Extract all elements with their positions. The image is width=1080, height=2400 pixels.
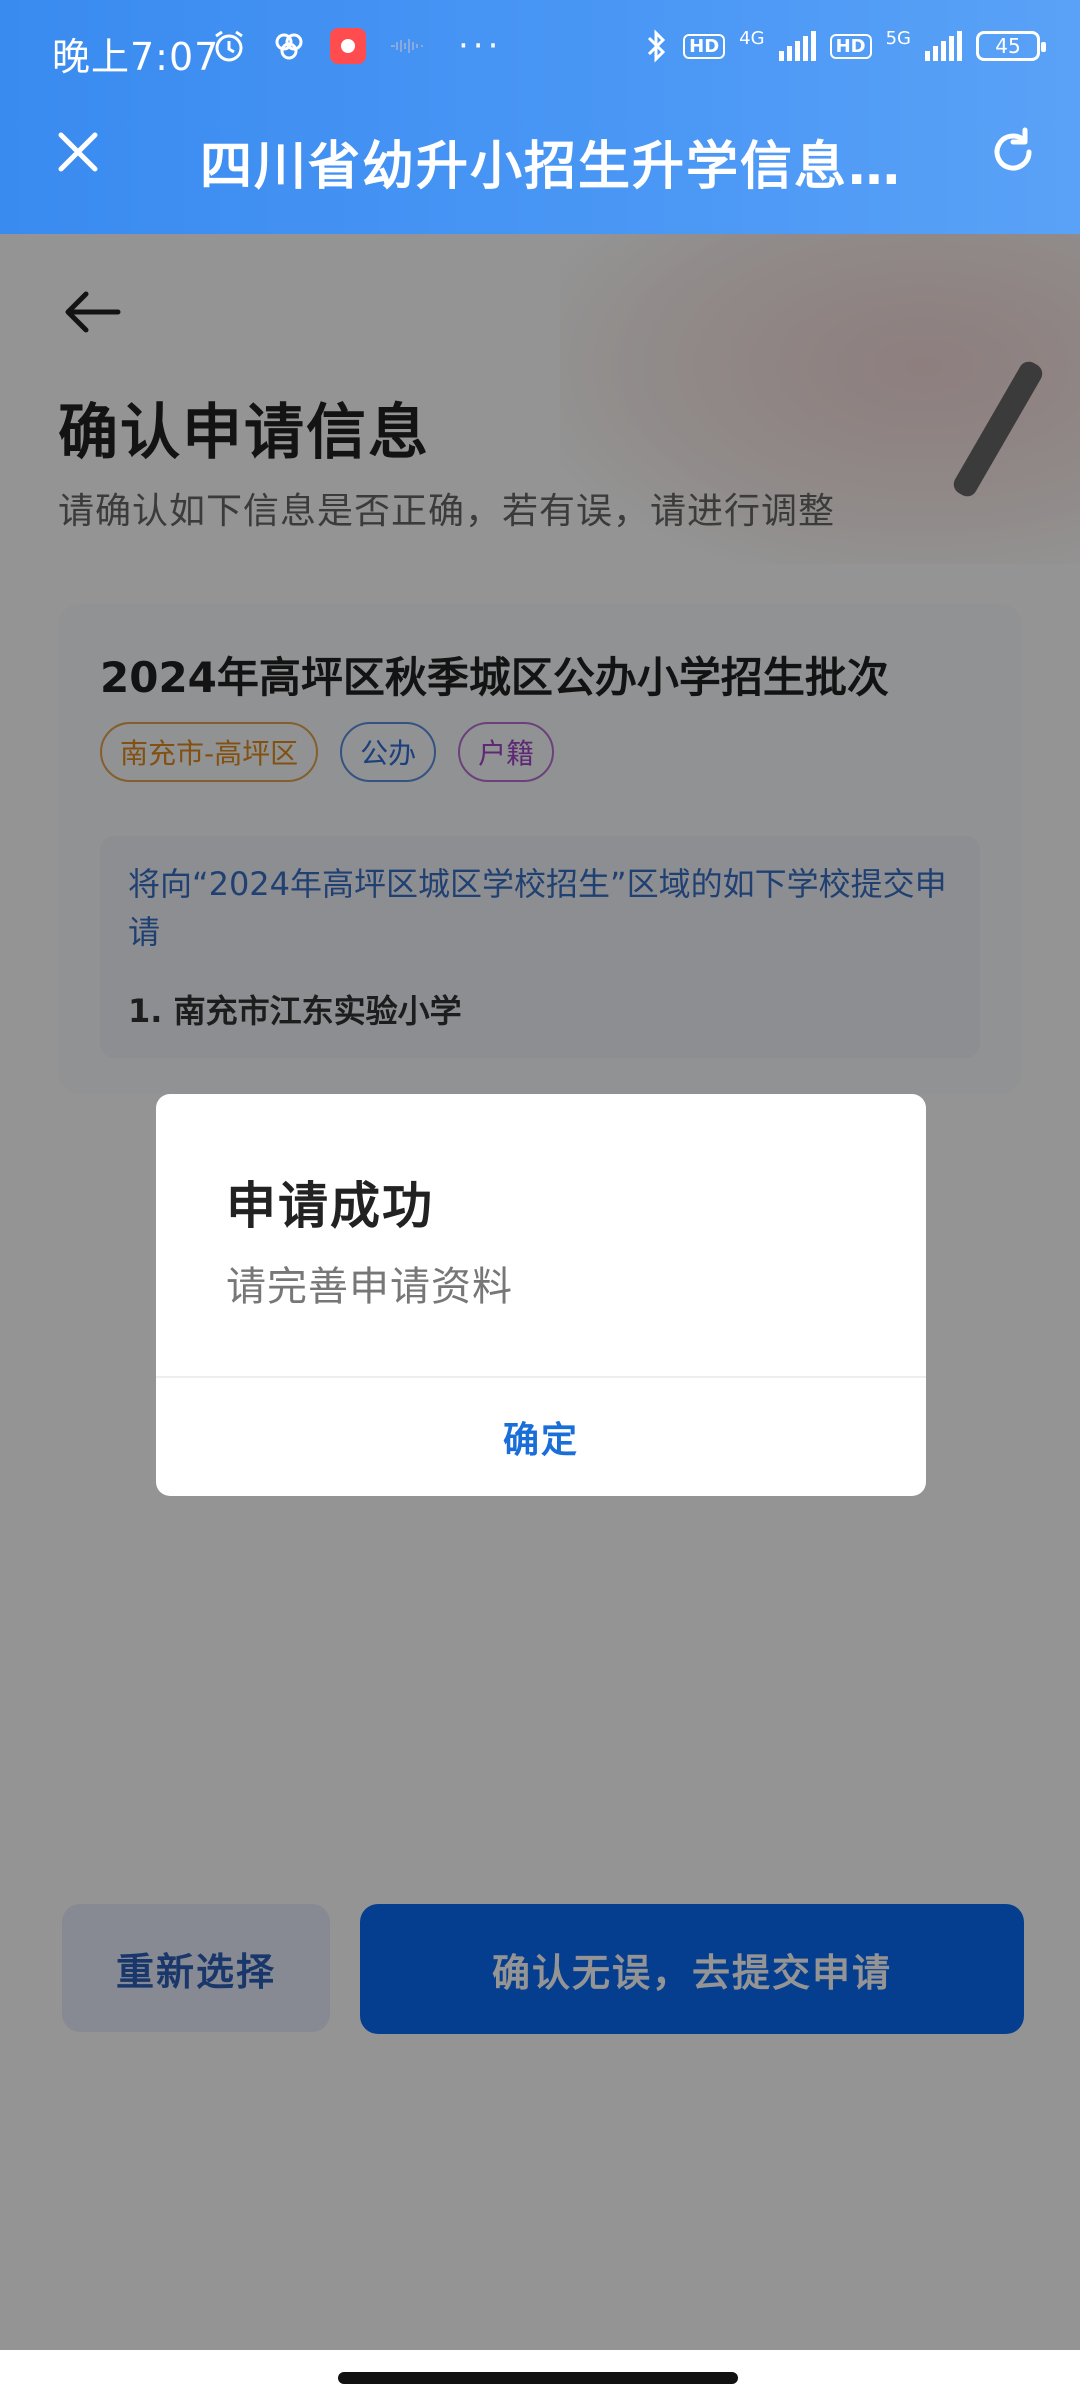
close-icon[interactable] [48, 122, 108, 182]
battery-icon: 45 [976, 31, 1046, 61]
gesture-area [0, 2350, 1080, 2400]
dialog-message: 请完善申请资料 [226, 1264, 513, 1310]
dialog-title: 申请成功 [226, 1177, 434, 1235]
screen-record-icon [330, 28, 366, 64]
wave-icon [388, 27, 426, 65]
more-notifications-icon: ··· [458, 26, 503, 66]
refresh-icon[interactable] [984, 122, 1044, 182]
network-4g-label: 4G [739, 28, 765, 49]
alarm-icon [210, 27, 248, 65]
nav-bar: 四川省幼升小招生升学信息… [0, 100, 1080, 234]
confirm-button[interactable]: 确定 [156, 1378, 926, 1496]
signal-icon [778, 31, 816, 61]
hd-badge: HD [683, 33, 726, 59]
status-left-icons: ··· [210, 26, 502, 66]
status-time: 晚上7:07 [52, 35, 220, 79]
app-header: 晚上7:07 ··· HD 4G HD 5G 45 四川省幼升小招生升学信息… [0, 0, 1080, 234]
nav-title: 四川省幼升小招生升学信息… [200, 137, 903, 197]
battery-level: 45 [995, 34, 1021, 58]
gesture-bar[interactable] [338, 2372, 738, 2384]
success-dialog: 申请成功 请完善申请资料 确定 [156, 1094, 926, 1496]
hd-badge-2: HD [829, 33, 872, 59]
status-right-icons: HD 4G HD 5G 45 [645, 28, 1046, 64]
bluetooth-icon [648, 29, 666, 63]
status-bar: 晚上7:07 ··· HD 4G HD 5G 45 [0, 0, 1080, 100]
signal-icon-2 [925, 31, 962, 61]
app-notification-icon [270, 27, 308, 65]
network-5g-label: 5G [885, 28, 911, 49]
